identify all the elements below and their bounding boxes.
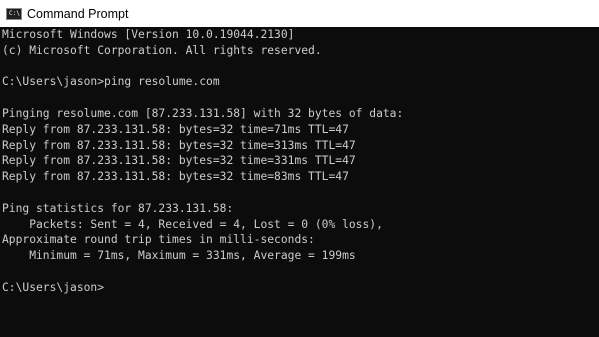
console-line: Reply from 87.233.131.58: bytes=32 time=…: [2, 138, 356, 152]
command-prompt-line[interactable]: C:\Users\jason>: [2, 280, 599, 296]
console-line: Reply from 87.233.131.58: bytes=32 time=…: [2, 170, 349, 184]
console-line: Reply from 87.233.131.58: bytes=32 time=…: [2, 154, 356, 168]
console-line: Packets: Sent = 4, Received = 4, Lost = …: [2, 217, 383, 231]
window-title: Command Prompt: [27, 6, 129, 21]
console-line: Minimum = 71ms, Maximum = 331ms, Average…: [2, 249, 356, 263]
command-prompt-window: C:\ Command Prompt Microsoft Windows [Ve…: [0, 0, 599, 337]
console-line: Pinging resolume.com [87.233.131.58] wit…: [2, 106, 404, 120]
console-line: Microsoft Windows [Version 10.0.19044.21…: [2, 28, 295, 41]
console-line: (c) Microsoft Corporation. All rights re…: [2, 43, 322, 57]
console-line: Reply from 87.233.131.58: bytes=32 time=…: [2, 122, 349, 136]
console-line: Approximate round trip times in milli-se…: [2, 233, 315, 247]
title-bar[interactable]: C:\ Command Prompt: [0, 0, 599, 27]
console-line: C:\Users\jason>ping resolume.com: [2, 75, 220, 89]
console-line: Ping statistics for 87.233.131.58:: [2, 201, 234, 215]
command-prompt-icon-glyph: C:\: [9, 9, 20, 17]
console-output[interactable]: Microsoft Windows [Version 10.0.19044.21…: [2, 27, 599, 337]
command-prompt-icon: C:\: [6, 7, 22, 20]
